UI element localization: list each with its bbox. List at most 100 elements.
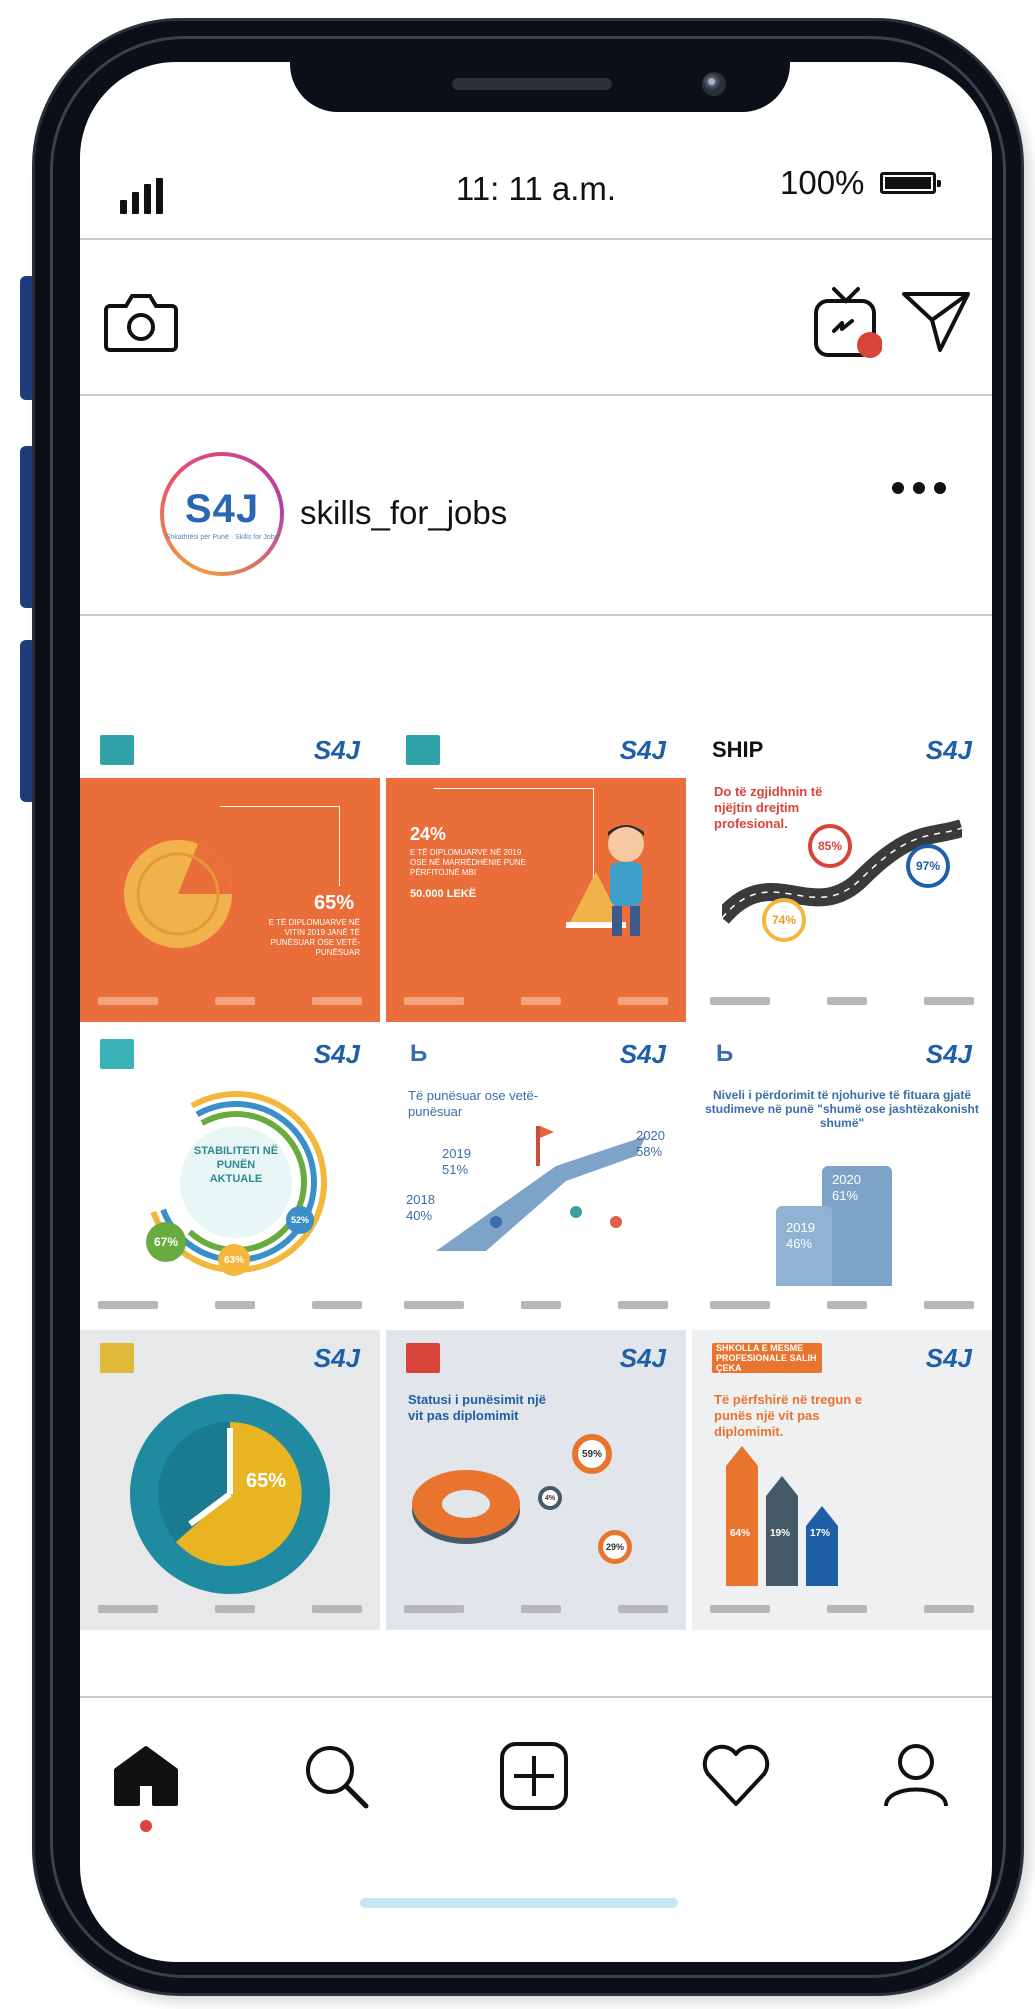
s4j-logo: S4J [619,1342,666,1373]
avatar-logo: S4J [184,487,260,531]
search-icon[interactable] [300,1740,372,1812]
post-footer [710,1294,974,1316]
post-note: e të diplomuarve në vitin 2019 janë të p… [268,918,360,957]
post-tile[interactable]: S4J 65% e të diplomuarve në vitin 2019 j… [80,722,380,1022]
stat-unemployed: 29% [598,1530,632,1564]
status-bar: 11: 11 a.m. 100% [80,162,992,222]
school-logo: SHKOLLA E MESME PROFESIONALE SALIH ÇEKA [712,1343,822,1373]
igtv-icon[interactable] [812,285,882,359]
pointer-line [220,806,340,886]
donut-3d-illustration [412,1470,520,1544]
post-title: Niveli i përdorimit të njohurive të fitu… [705,1088,979,1130]
stat-2018: 52% [286,1206,314,1234]
businessman-illustration [608,825,644,936]
clock-chart [130,1394,330,1594]
more-options-icon[interactable] [892,482,946,494]
add-post-icon[interactable] [498,1740,570,1812]
post-stat: 24% [410,824,447,844]
post-footer [404,990,668,1012]
post-footer [710,990,974,1012]
avatar-tagline: Shkathtësi për Punë · Skills for Jobs [165,534,279,541]
post-footer [404,1598,668,1620]
s4j-logo: S4J [313,734,360,765]
notch [290,62,790,112]
divider [80,1696,992,1698]
s4j-logo: S4J [313,1038,360,1069]
stat-2019: 51% [442,1162,469,1177]
camera-icon[interactable] [104,288,178,354]
profile-icon[interactable] [880,1740,952,1812]
s4j-logo: S4J [925,1038,972,1069]
post-footer [98,1598,362,1620]
battery-percent: 100% [780,164,865,201]
post-tile[interactable]: SHKOLLA E MESME PROFESIONALE SALIH ÇEKA … [692,1330,992,1630]
post-footer [404,1294,668,1316]
s4j-logo: S4J [925,1342,972,1373]
home-indicator[interactable] [360,1898,678,1908]
send-icon[interactable] [900,288,972,354]
post-tile[interactable]: S4J 65% [80,1330,380,1630]
school-logo: Ь [410,1040,428,1067]
school-logo [100,735,134,765]
post-stat: 65% [246,1470,287,1492]
username[interactable]: skills_for_jobs [300,494,507,532]
s4j-logo: S4J [619,734,666,765]
stat-2020: 58% [636,1144,663,1159]
school-logo: Ь [716,1040,734,1067]
bar-chart-illustration [726,1446,838,1586]
active-indicator [140,1820,152,1832]
heart-icon[interactable] [700,1740,772,1812]
year-2019: 2019 [786,1220,815,1235]
stat-student: 19% [770,1528,791,1539]
front-camera [702,72,726,96]
year-2019: 2019 [442,1146,471,1161]
divider [80,614,992,616]
stat-2019: 85% [808,824,852,868]
school-logo: SHIP [712,737,764,762]
stat-employed: 59% [572,1434,612,1474]
post-footer [98,1294,362,1316]
year-2020: 2020 [636,1128,665,1143]
divider [80,238,992,240]
school-logo [406,1343,440,1373]
stat-2019: 63% [218,1244,250,1276]
post-tile[interactable]: S4J 24% e të diplomuarve në 2019 ose në … [386,722,686,1022]
battery-icon [880,172,941,194]
post-title: Statusi i punësimit një vit pas diplomim… [408,1392,546,1423]
stat-student: 4% [538,1486,562,1510]
stat-2020: 67% [146,1222,186,1262]
post-tile[interactable]: Ь S4J Të punësuar ose vetë-punësuar 2019… [386,1026,686,1326]
post-tile[interactable]: S4J STABILITETI NË PUNËN AKTUALE 67% 63%… [80,1026,380,1326]
avatar[interactable]: S4J Shkathtësi për Punë · Skills for Job… [160,452,284,576]
home-icon[interactable] [110,1740,182,1812]
school-logo [406,735,440,765]
post-tile[interactable]: S4J Statusi i punësimit një vit pas dipl… [386,1330,686,1630]
post-amount: 50.000 LEKË [410,888,477,900]
stat-2020: 97% [906,844,950,888]
screen: 11: 11 a.m. 100% S4J Shkathtësi për Punë… [80,62,992,1962]
stat-2018: 40% [406,1208,433,1223]
school-logo [100,1343,134,1373]
stat-employed: 64% [730,1528,751,1539]
s4j-logo: S4J [313,1342,360,1373]
chart-center-label: STABILITETI NË PUNËN AKTUALE [193,1145,279,1185]
phone-mockup: 11: 11 a.m. 100% S4J Shkathtësi për Punë… [0,0,1035,2009]
stat-2019: 46% [786,1236,813,1251]
stat-unemployed: 17% [810,1528,831,1539]
stat-2020: 61% [832,1188,859,1203]
s4j-logo: S4J [619,1038,666,1069]
post-footer [710,1598,974,1620]
year-2020: 2020 [832,1172,861,1187]
post-tile[interactable]: Ь S4J Niveli i përdorimit të njohurive t… [692,1026,992,1326]
post-title: Të punësuar ose vetë-punësuar [408,1088,539,1119]
post-grid: S4J 65% e të diplomuarve në vitin 2019 j… [80,722,992,1630]
year-2018: 2018 [406,1192,435,1207]
post-tile[interactable]: SHIP S4J Do të zgjidhnin të njëjtin drej… [692,722,992,1022]
s4j-logo: S4J [925,734,972,765]
divider [80,394,992,396]
school-logo [100,1039,134,1069]
post-note: e të diplomuarve në 2019 ose në marrëdhë… [410,848,527,877]
stat-2018: 74% [762,898,806,942]
post-stat: 65% [314,892,355,914]
speaker [452,78,612,90]
